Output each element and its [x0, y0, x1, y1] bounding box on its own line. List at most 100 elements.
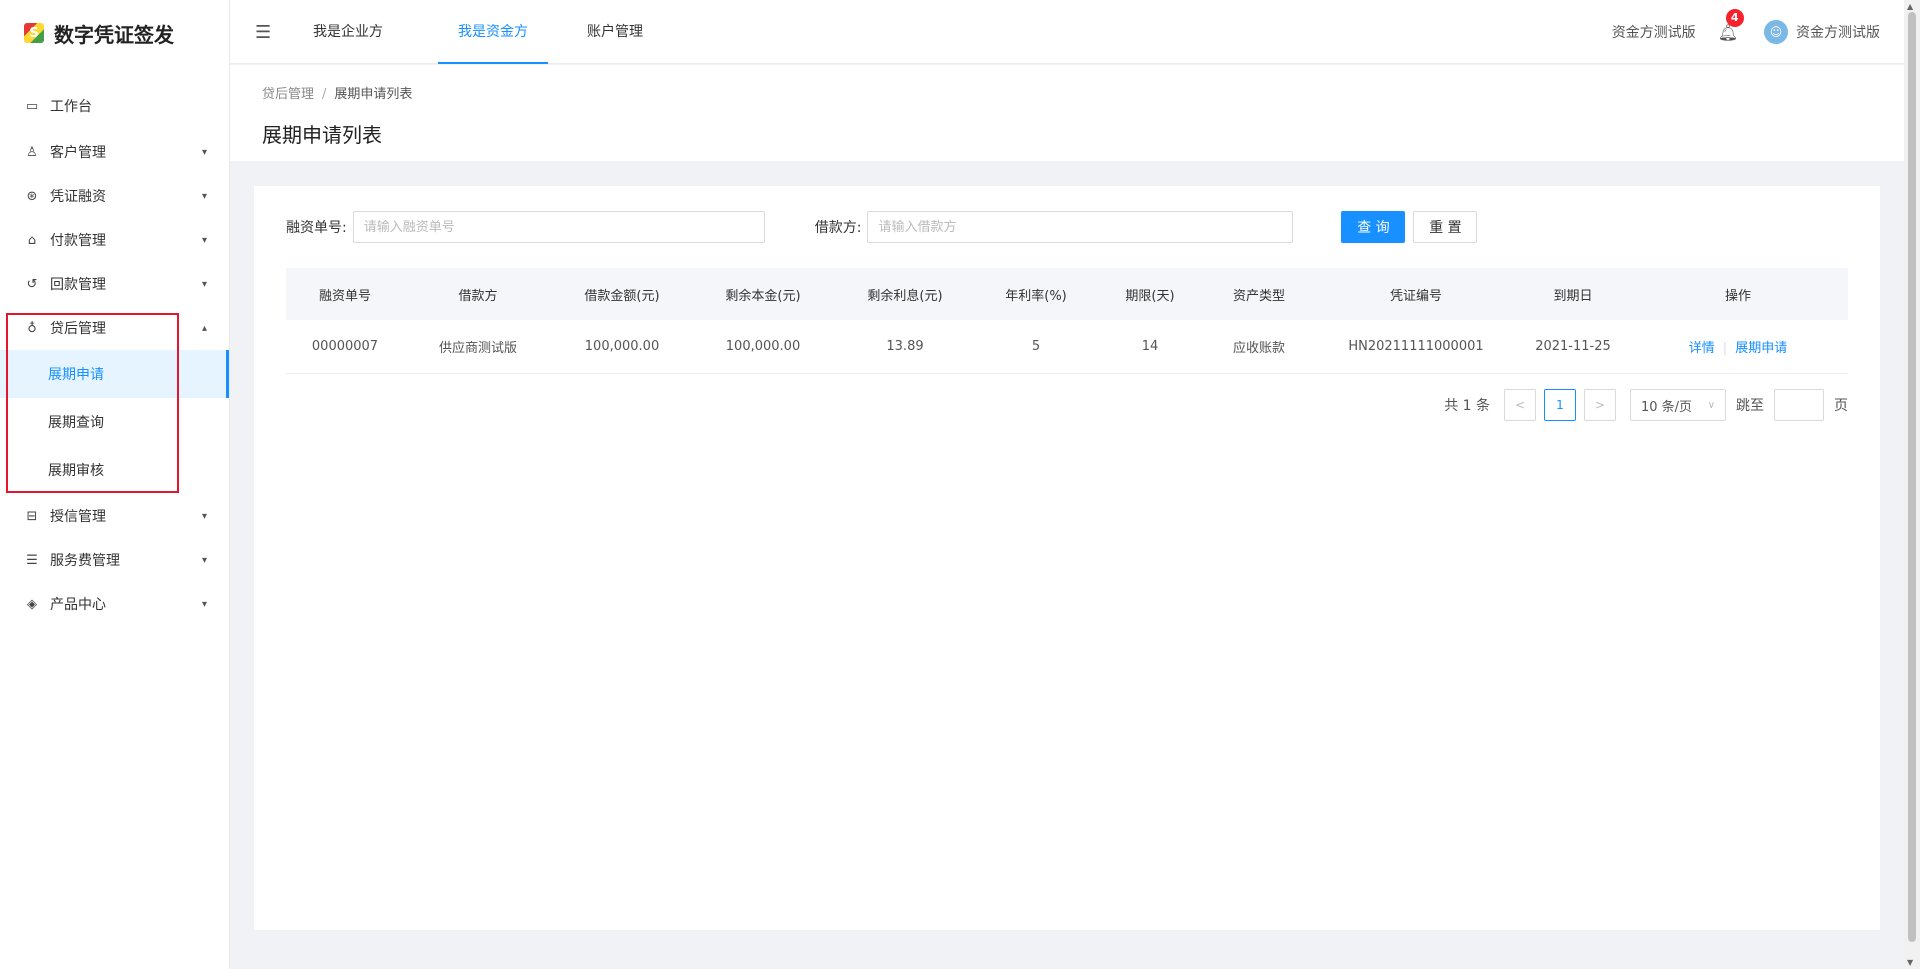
cell-due-date: 2021-11-25: [1535, 339, 1611, 354]
page-header: 贷后管理 / 展期申请列表 展期申请列表: [230, 65, 1904, 161]
sidebar-item-customers[interactable]: ♙ 客户管理 ▾: [0, 130, 229, 174]
col-finance-no: 融资单号: [318, 288, 371, 304]
chevron-down-icon: ▾: [201, 190, 207, 202]
cell-term: 14: [1141, 339, 1159, 354]
sidebar-item-payment[interactable]: ⌂ 付款管理 ▾: [0, 218, 229, 262]
sidebar-item-credit[interactable]: ⊟ 授信管理 ▾: [0, 494, 229, 538]
col-interest: 剩余利息(元): [867, 288, 943, 304]
sidebar-item-label: 服务费管理: [50, 553, 120, 569]
dashboard-icon: ▭: [25, 98, 39, 114]
avatar[interactable]: ☺: [1764, 20, 1788, 44]
chevron-up-icon: ▴: [201, 322, 207, 334]
jump-page-input[interactable]: [1774, 389, 1824, 421]
cell-loan-amount: 100,000.00: [584, 339, 660, 354]
chevron-down-icon: ▾: [201, 598, 207, 610]
sidebar-item-extension-query[interactable]: 展期查询: [0, 398, 229, 446]
col-loan-amount: 借款金额(元): [584, 288, 660, 304]
filter-bar: 融资单号: 借款方: 查 询 重 置: [286, 210, 1848, 244]
next-page-button[interactable]: >: [1584, 389, 1616, 421]
chevron-down-icon: ▾: [201, 510, 207, 522]
notification-badge: 4: [1725, 8, 1744, 27]
sidebar-item-extension-review[interactable]: 展期审核: [0, 446, 229, 494]
col-asset-type: 资产类型: [1232, 288, 1285, 304]
cell-finance-no: 00000007: [311, 339, 379, 354]
sidebar-item-voucher-finance[interactable]: ⊛ 凭证融资 ▾: [0, 174, 229, 218]
table-row: 00000007 供应商测试版 100,000.00 100,000.00 13…: [286, 320, 1848, 374]
refund-icon: ↺: [26, 276, 38, 292]
cell-asset-type: 应收账款: [1232, 341, 1285, 356]
borrower-input[interactable]: [867, 211, 1294, 243]
page-size-value: 10 条/页: [1641, 399, 1693, 415]
app-logo[interactable]: S 数字凭证签发: [0, 0, 229, 66]
cell-rate: 5: [1031, 339, 1041, 354]
sidebar-item-collection[interactable]: ↺ 回款管理 ▾: [0, 262, 229, 306]
tab-account[interactable]: 账户管理: [570, 0, 660, 64]
sidebar-item-post-loan[interactable]: ♁ 贷后管理 ▴: [0, 306, 229, 350]
page-suffix: 页: [1834, 398, 1848, 414]
table-header: 融资单号 借款方 借款金额(元) 剩余本金(元) 剩余利息(元) 年利率(%) …: [286, 268, 1848, 320]
sidebar: S 数字凭证签发 ▭ 工作台 ♙ 客户管理 ▾ ⊛ 凭证融资 ▾ ⌂ 付款管理 …: [0, 0, 230, 969]
breadcrumb-current: 展期申请列表: [334, 87, 413, 102]
sidebar-item-label: 回款管理: [50, 277, 106, 293]
chevron-down-icon: ▾: [201, 234, 207, 246]
page-size-select[interactable]: 10 条/页 ∨: [1630, 389, 1726, 421]
page-button[interactable]: 1: [1544, 389, 1576, 421]
col-term: 期限(天): [1125, 288, 1175, 304]
tab-enterprise[interactable]: 我是企业方: [288, 0, 408, 64]
menu-fold-icon[interactable]: ☰: [255, 22, 271, 43]
cell-principal: 100,000.00: [725, 339, 801, 354]
pagination: 共 1 条 < 1 > 10 条/页 ∨ 跳至 页: [1444, 389, 1848, 421]
breadcrumb-separator: /: [322, 87, 327, 102]
chevron-down-icon: ▾: [201, 278, 207, 290]
tab-funder[interactable]: 我是资金方: [438, 0, 548, 64]
breadcrumb: 贷后管理 / 展期申请列表: [262, 83, 412, 102]
col-rate: 年利率(%): [1005, 288, 1067, 304]
header-right: 资金方测试版 🔔︎ 4 ☺ 资金方测试版: [1612, 0, 1880, 64]
sidebar-item-label: 付款管理: [50, 233, 106, 249]
logo-icon: S: [24, 23, 44, 43]
scrollbar-thumb[interactable]: [1908, 12, 1916, 942]
chevron-down-icon: ▾: [201, 146, 207, 158]
scroll-down-icon[interactable]: ▼: [1907, 958, 1913, 967]
org-name[interactable]: 资金方测试版: [1612, 22, 1696, 42]
voucher-icon: ⊛: [26, 188, 38, 204]
scroll-up-icon[interactable]: ▲: [1907, 2, 1913, 11]
col-principal: 剩余本金(元): [725, 288, 801, 304]
app-title: 数字凭证签发: [54, 22, 174, 47]
sidebar-item-products[interactable]: ◈ 产品中心 ▾: [0, 582, 229, 626]
reset-button[interactable]: 重 置: [1413, 211, 1478, 243]
borrower-label: 借款方:: [814, 220, 862, 236]
chevron-down-icon: ∨: [1707, 399, 1715, 411]
search-button[interactable]: 查 询: [1341, 211, 1406, 243]
action-divider: |: [1722, 341, 1728, 356]
sidebar-menu: ▭ 工作台 ♙ 客户管理 ▾ ⊛ 凭证融资 ▾ ⌂ 付款管理 ▾ ↺ 回款管理 …: [0, 82, 229, 626]
col-borrower: 借款方: [458, 288, 498, 304]
sidebar-item-label: 授信管理: [50, 509, 106, 525]
pagination-total: 共 1 条: [1444, 398, 1490, 414]
finance-no-input[interactable]: [352, 211, 765, 243]
sidebar-item-label: 客户管理: [50, 145, 106, 161]
notification-button[interactable]: 🔔︎ 4: [1718, 8, 1744, 42]
fee-icon: ☰: [26, 552, 38, 568]
content-card: 融资单号: 借款方: 查 询 重 置 融资单号 借款方 借款金额(元) 剩余本金…: [254, 186, 1880, 930]
user-name[interactable]: 资金方测试版: [1796, 22, 1880, 42]
sidebar-item-workbench[interactable]: ▭ 工作台: [0, 82, 229, 130]
top-header: ☰ 我是企业方 我是资金方 账户管理 资金方测试版 🔔︎ 4 ☺ 资金方测试版: [230, 0, 1904, 64]
sidebar-item-label: 产品中心: [50, 597, 106, 613]
detail-link[interactable]: 详情: [1689, 341, 1715, 356]
vertical-scrollbar[interactable]: ▲ ▼: [1904, 0, 1920, 969]
sidebar-item-extension-apply[interactable]: 展期申请: [0, 350, 229, 398]
extension-apply-link[interactable]: 展期申请: [1735, 341, 1787, 356]
users-icon: ♙: [26, 144, 38, 160]
extension-table: 融资单号 借款方 借款金额(元) 剩余本金(元) 剩余利息(元) 年利率(%) …: [286, 268, 1848, 374]
prev-page-button[interactable]: <: [1504, 389, 1536, 421]
layers-icon: ◈: [27, 596, 37, 612]
sidebar-item-label: 贷后管理: [50, 321, 106, 337]
jump-label: 跳至: [1736, 398, 1764, 414]
col-due-date: 到期日: [1553, 288, 1593, 304]
cell-borrower: 供应商测试版: [438, 341, 517, 356]
sidebar-item-service-fee[interactable]: ☰ 服务费管理 ▾: [0, 538, 229, 582]
credit-icon: ⊟: [26, 508, 38, 524]
breadcrumb-parent[interactable]: 贷后管理: [262, 87, 314, 102]
cell-interest: 13.89: [886, 339, 924, 354]
